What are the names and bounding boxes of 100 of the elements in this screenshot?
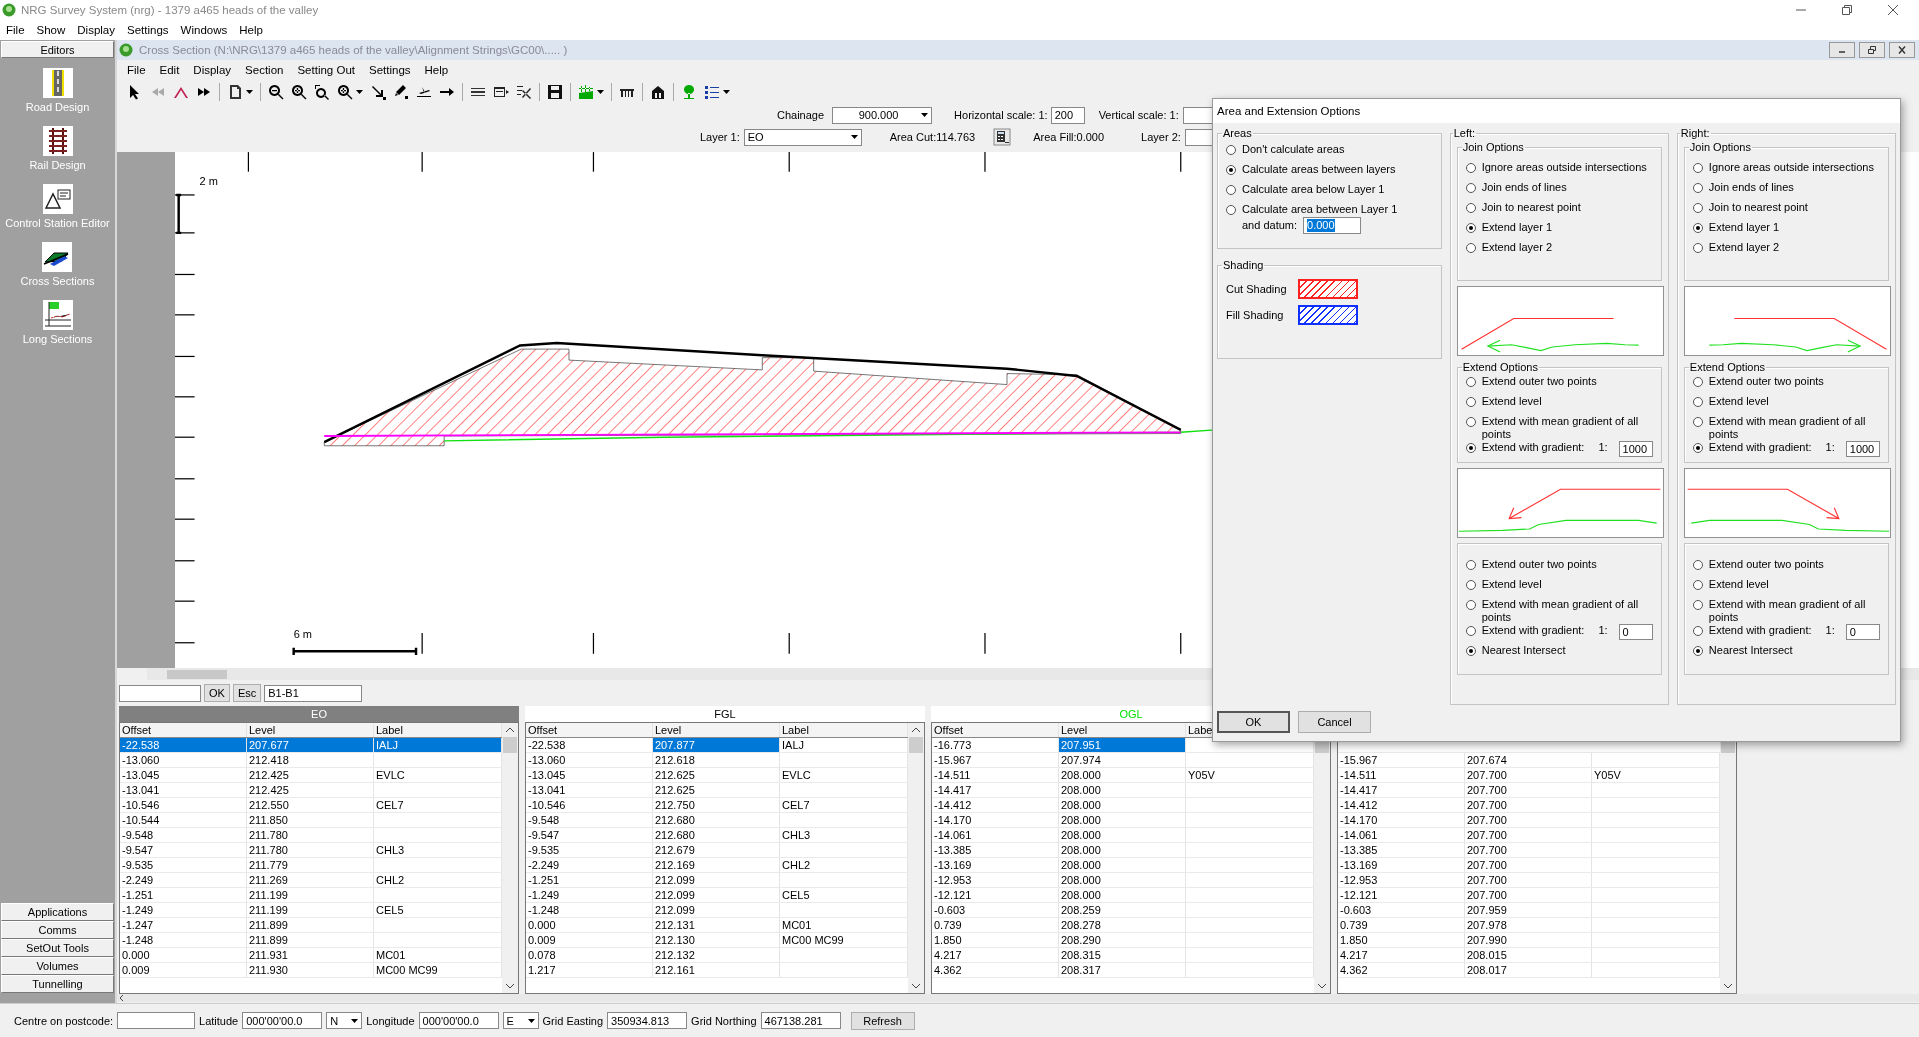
radio-button[interactable] (1692, 243, 1703, 253)
range-field[interactable]: B1-B1 (264, 684, 363, 702)
page-icon[interactable] (227, 84, 243, 100)
hemisphere-dropdown[interactable]: E (502, 1012, 539, 1029)
radio-button[interactable] (1692, 600, 1703, 610)
hemisphere-dropdown[interactable]: N (326, 1012, 363, 1029)
menu-item[interactable]: Settings (369, 64, 411, 76)
grid-easting-field[interactable]: 350934.813 (607, 1012, 688, 1029)
category-button[interactable]: Tunnelling (1, 975, 114, 993)
shading-swatch[interactable] (1298, 305, 1358, 325)
list-icon[interactable] (704, 84, 720, 100)
radio-button[interactable] (1692, 397, 1703, 407)
ok-button[interactable]: OK (204, 684, 230, 702)
column-header[interactable]: Level (247, 723, 374, 737)
editors-header-button[interactable]: Editors (1, 41, 114, 58)
calculator-icon[interactable] (993, 128, 1012, 146)
radio-button[interactable] (1692, 377, 1703, 387)
menu-item[interactable]: Show (36, 24, 66, 36)
radio-button[interactable] (1692, 163, 1703, 173)
radio-button[interactable] (1692, 223, 1703, 233)
menu-item[interactable]: File (6, 24, 25, 36)
vertical-scrollbar[interactable] (502, 723, 518, 993)
radio-button[interactable] (1692, 646, 1703, 656)
close-button[interactable] (1889, 42, 1915, 58)
save-icon[interactable] (547, 84, 563, 100)
menu-item[interactable]: Section (245, 64, 284, 76)
table-icon[interactable] (493, 84, 509, 100)
menu-item[interactable]: Help (424, 64, 449, 76)
caret-icon[interactable] (356, 90, 363, 94)
layer-1-dropdown[interactable]: EO (743, 128, 862, 146)
restore-button[interactable] (1859, 42, 1885, 58)
building-icon[interactable] (650, 84, 666, 100)
vertical-scrollbar[interactable] (908, 723, 924, 993)
radio-button[interactable] (1692, 183, 1703, 193)
layer-title[interactable]: EO (119, 706, 519, 722)
radio-button[interactable] (1692, 560, 1703, 570)
escape-button[interactable]: Esc (232, 684, 262, 702)
caret-icon[interactable] (597, 90, 604, 94)
menu-item[interactable]: Windows (180, 24, 228, 36)
radio-button[interactable] (1465, 580, 1476, 590)
station-editor-icon[interactable] (42, 184, 73, 214)
layer-title[interactable]: FGL (525, 706, 925, 722)
layer-2-dropdown[interactable] (1184, 128, 1215, 146)
zoom-window-icon[interactable] (314, 84, 330, 100)
zoom-in-icon[interactable] (291, 84, 307, 100)
dialog-button[interactable]: OK (1217, 711, 1290, 733)
radio-button[interactable] (1465, 443, 1476, 453)
radio-button[interactable] (1465, 646, 1476, 656)
radio-button[interactable] (1226, 205, 1236, 215)
pen-icon[interactable] (393, 84, 409, 100)
radio-button[interactable] (1226, 185, 1236, 195)
tree-icon[interactable] (681, 84, 697, 100)
vertical-scale-field[interactable] (1182, 106, 1213, 124)
radio-button[interactable] (1692, 580, 1703, 590)
longitude-field[interactable]: 000'00'00.0 (418, 1012, 499, 1029)
refresh-button[interactable]: Refresh (850, 1011, 915, 1030)
category-button[interactable]: SetOut Tools (1, 939, 114, 957)
horizontal-scrollbar[interactable] (117, 994, 1919, 1002)
category-button[interactable]: Volumes (1, 957, 114, 975)
minimize-button[interactable] (1829, 42, 1855, 58)
scroll-thumb[interactable] (503, 737, 517, 753)
menu-item[interactable]: Display (77, 24, 116, 36)
horizontal-scale-field[interactable]: 200 (1050, 106, 1085, 124)
arrow-down-right-icon[interactable] (370, 84, 386, 100)
long-editor-icon[interactable] (42, 300, 73, 330)
menu-item[interactable]: Edit (159, 64, 180, 76)
column-header[interactable]: Offset (526, 723, 653, 737)
rail-editor-icon[interactable] (42, 126, 73, 156)
radio-button[interactable] (1465, 417, 1476, 427)
menu-item[interactable]: Help (239, 24, 263, 36)
close-icon[interactable] (1887, 4, 1899, 16)
cross-editor-icon[interactable] (42, 242, 73, 272)
radio-button[interactable] (1692, 203, 1703, 213)
selection-icon[interactable] (516, 84, 532, 100)
column-header[interactable]: Level (1059, 723, 1186, 737)
radio-button[interactable] (1226, 145, 1236, 155)
column-header[interactable]: Level (653, 723, 780, 737)
gradient-field[interactable]: 0 (1618, 624, 1653, 640)
gradient-field[interactable]: 1000 (1845, 441, 1880, 457)
restore-icon[interactable] (1841, 4, 1853, 16)
radio-button[interactable] (1465, 600, 1476, 610)
menu-item[interactable]: Settings (127, 24, 169, 36)
radio-button[interactable] (1465, 243, 1476, 253)
radio-button[interactable] (1465, 223, 1476, 233)
datum-field[interactable]: 0.000 (1303, 217, 1362, 234)
zoom-out-icon[interactable] (268, 84, 284, 100)
caret-icon[interactable] (723, 90, 730, 94)
scroll-thumb[interactable] (909, 737, 923, 753)
shading-swatch[interactable] (1298, 279, 1358, 299)
category-button[interactable]: Applications (1, 903, 114, 921)
grid-northing-field[interactable]: 467138.281 (760, 1012, 841, 1029)
radio-button[interactable] (1226, 165, 1236, 175)
radio-button[interactable] (1465, 377, 1476, 387)
radio-button[interactable] (1692, 443, 1703, 453)
latitude-field[interactable]: 000'00'00.0 (242, 1012, 323, 1029)
caret-icon[interactable] (246, 90, 253, 94)
radio-button[interactable] (1465, 183, 1476, 193)
dialog-button[interactable]: Cancel (1298, 711, 1371, 733)
radio-button[interactable] (1692, 626, 1703, 636)
column-header[interactable]: Offset (932, 723, 1059, 737)
